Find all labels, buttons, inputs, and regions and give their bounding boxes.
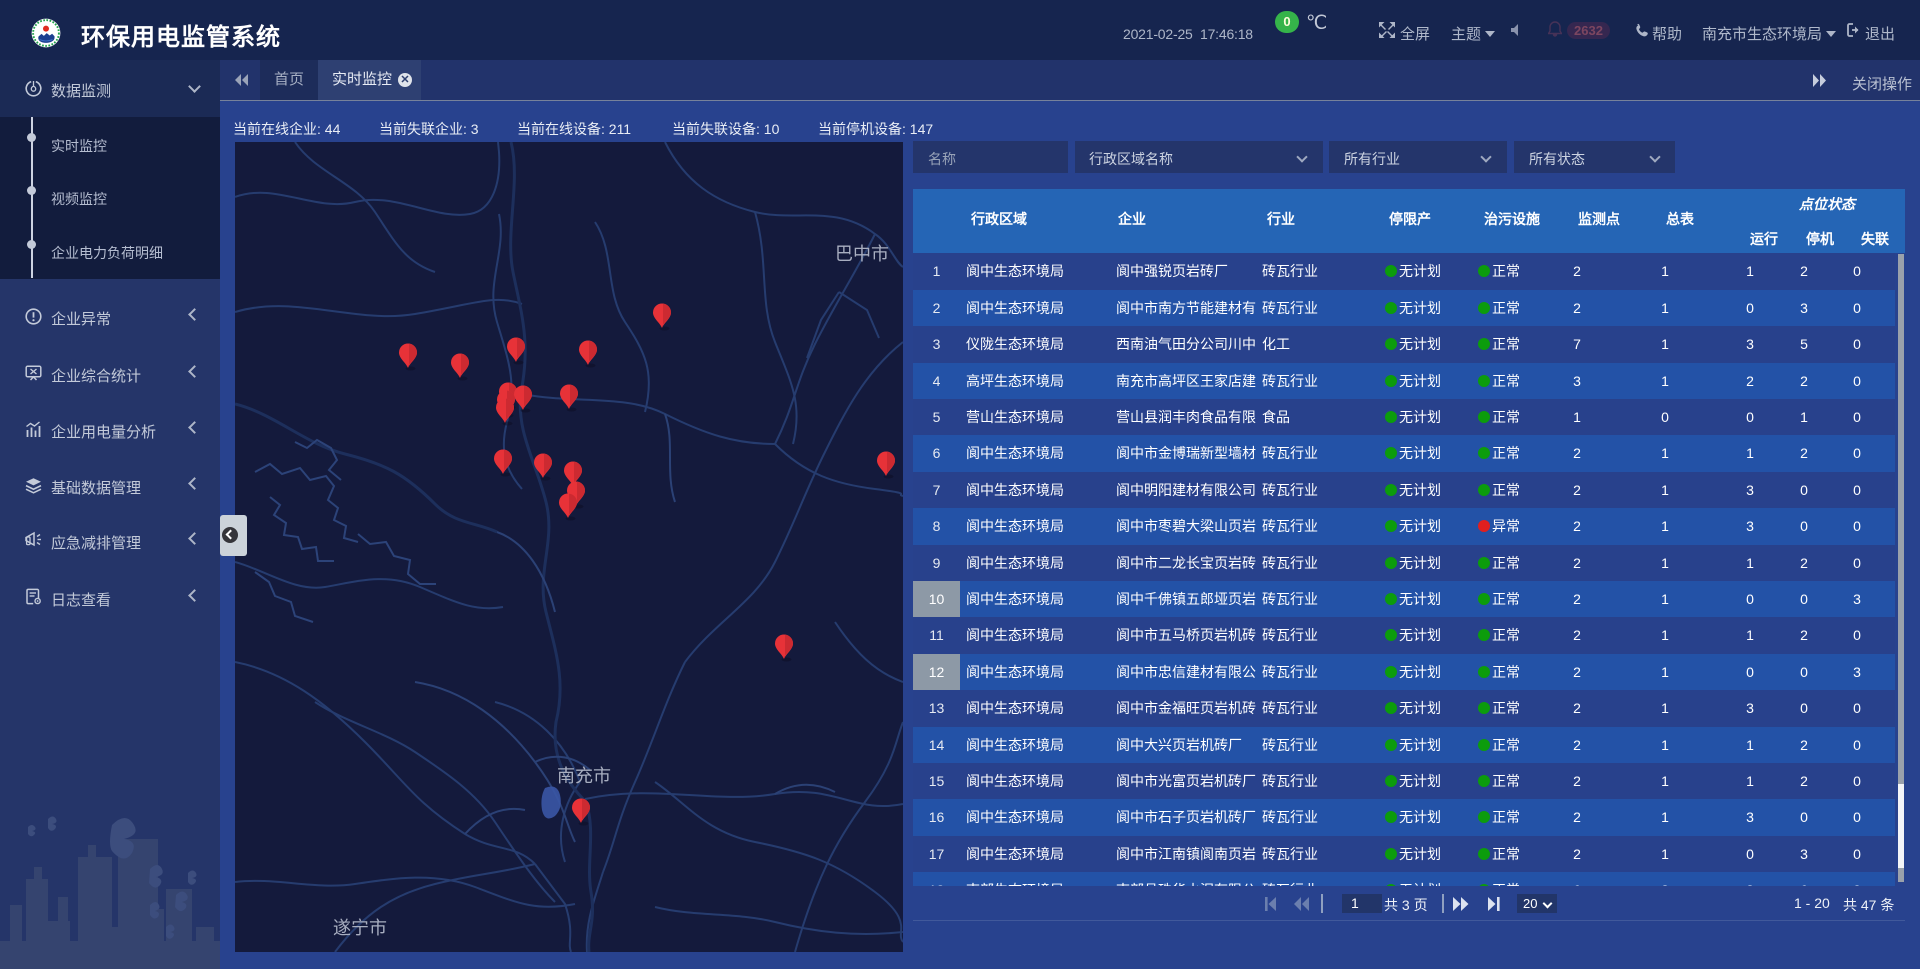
- svg-text:遂宁市: 遂宁市: [333, 918, 387, 938]
- svg-text:巴中市: 巴中市: [835, 244, 889, 264]
- svg-text:南充市: 南充市: [557, 766, 611, 786]
